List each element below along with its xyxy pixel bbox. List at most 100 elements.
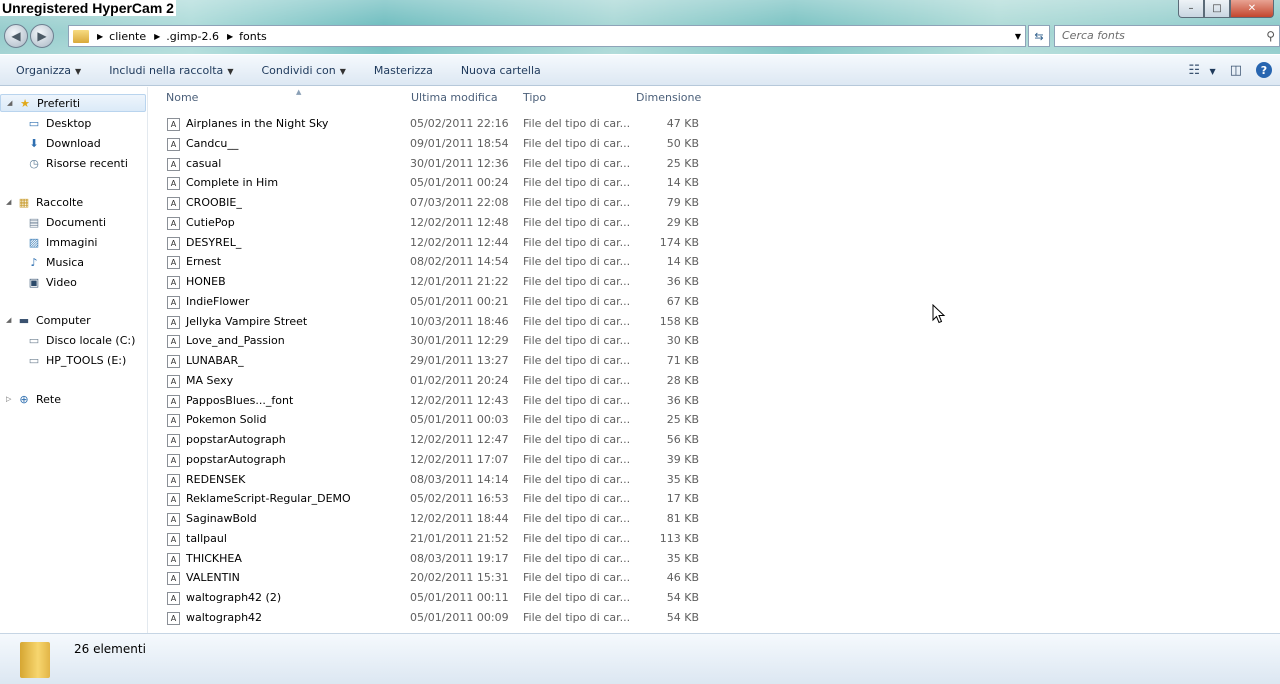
- breadcrumb-separator[interactable]: ▶: [154, 32, 160, 41]
- table-row[interactable]: A ReklameScript-Regular_DEMO 05/02/2011 16…: [165, 490, 705, 509]
- chevron-down-icon: ▼: [339, 66, 346, 76]
- breadcrumb-separator[interactable]: ▶: [227, 32, 233, 41]
- file-type: File del tipo di car...: [523, 156, 631, 170]
- file-type: File del tipo di car...: [523, 117, 631, 130]
- table-row[interactable]: A HONEB 12/01/2011 21:22 File del tipo di c…: [165, 273, 705, 292]
- table-row[interactable]: A REDENSEK 08/03/2011 14:14 File del tipo d…: [165, 471, 705, 490]
- table-row[interactable]: A Ernest 08/02/2011 14:54 File del tipo di …: [165, 253, 705, 272]
- preview-pane-icon[interactable]: ◫: [1230, 63, 1242, 78]
- breadcrumb-separator[interactable]: ▶: [97, 32, 103, 41]
- table-row[interactable]: A VALENTIN 20/02/2011 15:31 File del tipo d…: [165, 569, 705, 588]
- sidebar-item-download[interactable]: ⬇ Download: [10, 134, 100, 152]
- table-row[interactable]: A CROOBIE_ 07/03/2011 22:08 File del tipo d…: [165, 194, 705, 213]
- close-button[interactable]: ✕: [1230, 0, 1274, 18]
- share-with-button[interactable]: Condividi con ▼: [261, 64, 345, 77]
- sidebar-item-raccolte[interactable]: ◢ ▦ Raccolte: [0, 193, 83, 211]
- address-bar[interactable]: ▶ cliente ▶ .gimp-2.6 ▶ fonts ▼: [68, 25, 1026, 47]
- sidebar-item-documenti[interactable]: ▤ Documenti: [10, 213, 106, 231]
- expand-icon[interactable]: ◢: [6, 198, 16, 206]
- expand-icon[interactable]: ◢: [6, 316, 16, 324]
- breadcrumb-gimp[interactable]: .gimp-2.6: [166, 30, 219, 43]
- sidebar-item-video[interactable]: ▣ Video: [10, 273, 77, 291]
- table-row[interactable]: ApopstarAutograph 12/02/2011 12:47 File de…: [165, 431, 705, 450]
- file-date: 09/01/2011 18:54: [410, 136, 509, 150]
- sidebar-item-rete[interactable]: ▷ ⊕ Rete: [0, 390, 61, 408]
- table-row[interactable]: A Pokemon Solid 05/01/2011 00:03 File del t…: [165, 411, 705, 430]
- font-file-icon: A: [167, 157, 180, 171]
- address-dropdown-icon[interactable]: ▼: [1015, 32, 1021, 41]
- table-row[interactable]: A THICKHEA 08/03/2011 19:17 File del tipo d…: [165, 550, 705, 569]
- table-row[interactable]: A PapposBlues..._font 12/02/2011 12:43 File…: [165, 392, 705, 411]
- table-row[interactable]: Awaltograph42 (2) 05/01/2011 00:11 File de…: [165, 589, 705, 608]
- font-file-icon: A: [167, 434, 180, 447]
- help-icon[interactable]: ?: [1256, 62, 1272, 78]
- pictures-icon: ▨: [28, 235, 40, 249]
- organize-button[interactable]: Organizza ▼: [16, 64, 81, 77]
- minimize-button[interactable]: –: [1178, 0, 1204, 18]
- table-row[interactable]: A CutiePop 12/02/2011 12:48 File del tipo d…: [165, 214, 705, 233]
- file-size: 14 KB: [666, 255, 699, 269]
- file-size: 35 KB: [666, 472, 699, 486]
- table-row[interactable]: Awaltograph42 05/01/2011 00:09 File del ti…: [165, 609, 705, 628]
- table-row[interactable]: A IndieFlower 05/01/2011 00:21 File del tip…: [165, 293, 705, 312]
- table-row[interactable]: A Love_and_Passion 30/01/2011 12:29 File de…: [165, 332, 705, 351]
- file-list: Nome ▲ Ultima modifica Tipo Dimensione A…: [149, 87, 1280, 633]
- sidebar-item-desktop[interactable]: ▭ Desktop: [10, 114, 92, 132]
- table-row[interactable]: Acasual 30/01/2011 12:36 File del tipo di …: [165, 155, 705, 174]
- file-name: Complete in Him: [186, 176, 279, 190]
- column-header-name[interactable]: Nome ▲: [166, 88, 301, 104]
- sidebar-item-recent[interactable]: ◷ Risorse recenti: [10, 154, 128, 172]
- search-placeholder: Cerca fonts: [1062, 29, 1125, 42]
- table-row[interactable]: A LUNABAR_ 29/01/2011 13:27 File del tipo d…: [165, 352, 705, 371]
- search-icon[interactable]: ⚲: [1266, 29, 1275, 43]
- table-row[interactable]: A Candcu__ 09/01/2011 18:54 File del tipo d…: [165, 135, 705, 154]
- file-type: File del tipo di car...: [523, 571, 631, 585]
- burn-button[interactable]: Masterizza: [374, 64, 433, 77]
- star-icon: ★: [20, 96, 30, 110]
- column-header-modified[interactable]: Ultima modifica: [411, 91, 498, 104]
- sidebar-item-hp-tools[interactable]: ▭ HP_TOOLS (E:): [10, 351, 127, 369]
- column-header-type[interactable]: Tipo: [523, 91, 546, 104]
- table-row[interactable]: A Airplanes in the Night Sky 05/02/2011 22…: [165, 115, 705, 134]
- table-row[interactable]: A SaginawBold 12/02/2011 18:44 File del tip…: [165, 510, 705, 529]
- table-row[interactable]: A MA Sexy 01/02/2011 20:24 File del tipo di…: [165, 372, 705, 391]
- forward-button[interactable]: ▶: [30, 24, 54, 48]
- breadcrumb-fonts[interactable]: fonts: [239, 30, 267, 43]
- file-size: 36 KB: [666, 393, 699, 407]
- expand-icon[interactable]: ▷: [6, 395, 16, 403]
- file-name: IndieFlower: [186, 294, 250, 308]
- maximize-button[interactable]: □: [1204, 0, 1230, 18]
- table-row[interactable]: ApopstarAutograph 12/02/2011 17:07 File de…: [165, 451, 705, 470]
- file-date: 12/02/2011 17:07: [410, 452, 509, 466]
- sidebar-item-computer[interactable]: ◢ ▬ Computer: [0, 311, 91, 329]
- include-in-library-button[interactable]: Includi nella raccolta ▼: [109, 64, 233, 77]
- column-header-size[interactable]: Dimensione: [636, 91, 701, 104]
- file-name: casual: [186, 156, 222, 170]
- table-row[interactable]: Atallpaul 21/01/2011 21:52 File del tipo d…: [165, 530, 705, 549]
- refresh-button[interactable]: ⇆: [1028, 25, 1050, 47]
- drive-icon: ▭: [28, 353, 40, 367]
- chevron-down-icon: ▼: [227, 66, 234, 76]
- file-size: 71 KB: [666, 354, 699, 367]
- expand-icon[interactable]: ◢: [7, 99, 17, 107]
- new-folder-button[interactable]: Nuova cartella: [461, 64, 541, 77]
- sidebar-item-preferiti[interactable]: ◢ ★ Preferiti: [0, 94, 146, 112]
- breadcrumb-cliente[interactable]: cliente: [109, 30, 146, 43]
- sidebar-item-immagini[interactable]: ▨ Immagini: [10, 233, 98, 251]
- change-view-button[interactable]: ☷ ▼: [1188, 63, 1215, 78]
- file-name: tallpaul: [186, 531, 227, 545]
- back-button[interactable]: ◀: [4, 24, 28, 48]
- table-row[interactable]: A Jellyka Vampire Street 10/03/2011 18:46 F…: [165, 313, 705, 332]
- download-icon: ⬇: [29, 136, 39, 150]
- sidebar-item-disco-c[interactable]: ▭ Disco locale (C:): [10, 331, 136, 349]
- font-file-icon: A: [167, 216, 180, 230]
- search-input[interactable]: Cerca fonts ⚲: [1054, 25, 1280, 47]
- sidebar-item-musica[interactable]: ♪ Musica: [10, 253, 84, 271]
- table-row[interactable]: A Complete in Him 05/01/2011 00:24 File del…: [165, 174, 705, 193]
- file-date: 05/02/2011 22:16: [410, 117, 509, 130]
- file-type: File del tipo di car...: [523, 354, 631, 367]
- file-type: File del tipo di car...: [523, 294, 631, 308]
- file-type: File del tipo di car...: [523, 492, 631, 506]
- computer-icon: ▬: [18, 313, 30, 327]
- table-row[interactable]: A DESYREL_ 12/02/2011 12:44 File del tipo d…: [165, 234, 705, 253]
